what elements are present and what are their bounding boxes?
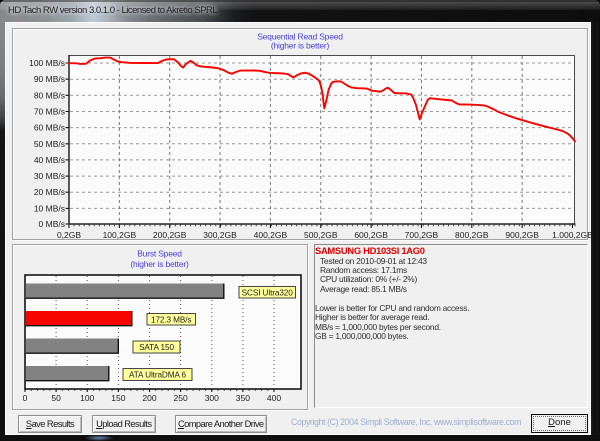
svg-text:200,2GB: 200,2GB — [153, 230, 187, 240]
svg-text:350: 350 — [236, 393, 250, 403]
svg-text:60 MB/s: 60 MB/s — [34, 123, 65, 133]
svg-text:50: 50 — [51, 393, 61, 403]
svg-text:SATA 150: SATA 150 — [139, 343, 174, 352]
svg-text:(higher is better): (higher is better) — [271, 41, 330, 51]
svg-text:500,2GB: 500,2GB — [304, 230, 338, 240]
svg-text:0: 0 — [23, 393, 28, 403]
svg-text:900,2GB: 900,2GB — [505, 230, 539, 240]
svg-text:400: 400 — [267, 393, 281, 403]
svg-text:300: 300 — [205, 393, 219, 403]
svg-text:1.000,2GB: 1.000,2GB — [552, 230, 593, 240]
svg-text:ATA UltraDMA 6: ATA UltraDMA 6 — [129, 371, 187, 380]
svg-text:200: 200 — [142, 393, 156, 403]
svg-text:50 MB/s: 50 MB/s — [34, 139, 65, 149]
svg-text:0,2GB: 0,2GB — [57, 230, 81, 240]
svg-text:(higher is better): (higher is better) — [130, 259, 189, 269]
svg-text:0 MB/s: 0 MB/s — [39, 219, 65, 229]
svg-text:100,2GB: 100,2GB — [103, 230, 137, 240]
svg-text:300,2GB: 300,2GB — [203, 230, 237, 240]
svg-text:172.3 MB/s: 172.3 MB/s — [151, 316, 191, 325]
svg-text:800,2GB: 800,2GB — [455, 230, 489, 240]
svg-text:600,2GB: 600,2GB — [354, 230, 388, 240]
svg-text:100 MB/s: 100 MB/s — [29, 58, 65, 68]
svg-text:10 MB/s: 10 MB/s — [34, 203, 65, 213]
svg-text:250: 250 — [174, 393, 188, 403]
svg-text:700,2GB: 700,2GB — [405, 230, 439, 240]
svg-text:30 MB/s: 30 MB/s — [34, 171, 65, 181]
svg-text:20 MB/s: 20 MB/s — [34, 187, 65, 197]
svg-text:70 MB/s: 70 MB/s — [34, 107, 65, 117]
svg-text:40 MB/s: 40 MB/s — [34, 155, 65, 165]
svg-text:SCSI Ultra320: SCSI Ultra320 — [242, 289, 294, 298]
svg-text:150: 150 — [111, 393, 125, 403]
svg-text:400,2GB: 400,2GB — [254, 230, 288, 240]
svg-text:100: 100 — [80, 393, 94, 403]
svg-text:80 MB/s: 80 MB/s — [34, 90, 65, 100]
svg-text:90 MB/s: 90 MB/s — [34, 74, 65, 84]
svg-text:Burst Speed: Burst Speed — [137, 249, 182, 259]
